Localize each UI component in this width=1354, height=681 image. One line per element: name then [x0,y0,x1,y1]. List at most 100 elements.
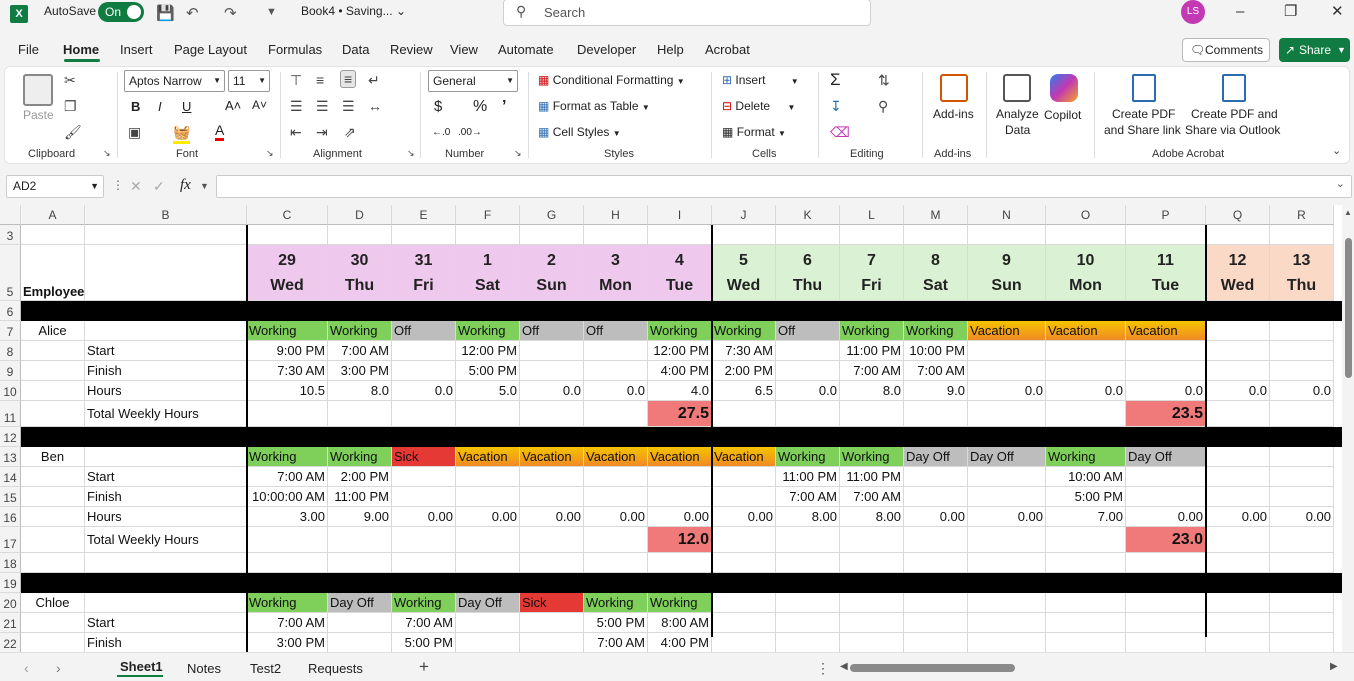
cell[interactable] [520,361,584,381]
cell[interactable] [1270,361,1334,381]
start-cell[interactable]: 7:30 AM [712,341,776,361]
hours-cell[interactable]: 5.0 [456,381,520,401]
cell[interactable] [840,613,904,633]
cell[interactable] [1046,401,1126,427]
hours-cell[interactable]: 0.0 [776,381,840,401]
cell[interactable] [520,553,584,573]
start-cell[interactable]: 11:00 PM [840,467,904,487]
bold-button[interactable]: B [131,99,140,114]
cell[interactable] [85,447,247,467]
cell[interactable] [392,225,456,245]
scroll-up-icon[interactable]: ▲ [1344,208,1352,217]
row-header-19[interactable]: 19 [0,573,21,593]
cell[interactable] [712,613,776,633]
cell[interactable] [776,593,840,613]
status-cell[interactable]: Day Off [968,447,1046,467]
tab-acrobat[interactable]: Acrobat [705,42,750,57]
cell[interactable] [520,613,584,633]
cell[interactable] [392,361,456,381]
cell[interactable] [1270,527,1334,553]
start-cell[interactable]: 12:00 PM [648,341,712,361]
decrease-indent-icon[interactable]: ⇤ [290,124,302,141]
cell[interactable] [776,361,840,381]
cell[interactable] [21,527,85,553]
cell[interactable] [584,527,648,553]
status-cell[interactable]: Working [840,321,904,341]
cell[interactable] [520,487,584,507]
restore-icon[interactable]: ❐ [1284,0,1297,24]
finish-cell[interactable]: 4:00 PM [648,633,712,652]
row-header-3[interactable]: 3 [0,225,21,245]
format-cells-button[interactable]: ▦ Format ▼ [722,125,786,139]
font-size-select[interactable]: 11 ▼ [228,70,270,92]
finish-cell[interactable]: 2:00 PM [712,361,776,381]
cell[interactable] [520,225,584,245]
hours-cell[interactable]: 0.00 [648,507,712,527]
select-all-corner[interactable] [0,205,21,225]
hours-cell[interactable]: 9.0 [904,381,968,401]
row-header-16[interactable]: 16 [0,507,21,527]
column-header-F[interactable]: F [456,205,520,225]
start-cell[interactable]: 10:00 PM [904,341,968,361]
add-ins-icon[interactable] [940,74,968,102]
cell[interactable] [1206,321,1270,341]
hours-cell[interactable]: 0.00 [520,507,584,527]
status-cell[interactable]: Working [776,447,840,467]
cell[interactable] [968,401,1046,427]
column-header-G[interactable]: G [520,205,584,225]
grow-font-button[interactable]: A˄ [225,98,241,113]
status-cell[interactable]: Working [456,321,520,341]
row-header-6[interactable]: 6 [0,301,21,321]
column-header-B[interactable]: B [85,205,247,225]
underline-button[interactable]: U [182,99,191,114]
cell[interactable] [328,613,392,633]
cell[interactable] [968,487,1046,507]
cell[interactable] [85,593,247,613]
cell-styles-button[interactable]: ▦ Cell Styles ▼ [538,125,621,139]
insert-cells-button[interactable]: ⊞ Insert ▼ [722,73,799,87]
hours-cell[interactable]: 10.5 [247,381,328,401]
add-sheet-icon[interactable]: + [419,657,429,677]
enter-icon[interactable]: ✓ [153,178,165,195]
fill-icon[interactable]: ↧ [830,98,842,115]
start-cell[interactable]: 7:00 AM [247,467,328,487]
status-cell[interactable]: Working [648,321,712,341]
cell[interactable] [968,633,1046,652]
status-cell[interactable]: Working [1046,447,1126,467]
status-cell[interactable]: Day Off [328,593,392,613]
hours-cell[interactable]: 0.00 [904,507,968,527]
cell[interactable] [904,225,968,245]
date-header[interactable]: 3 Mon [584,245,648,301]
cell[interactable] [456,225,520,245]
autosum-button[interactable]: Σ [830,70,841,90]
finish-cell[interactable]: 5:00 PM [1046,487,1126,507]
cell[interactable] [904,487,968,507]
cell[interactable] [1206,361,1270,381]
name-box[interactable]: AD2 ▼ [6,175,104,198]
cell[interactable] [1206,447,1270,467]
cell[interactable] [840,225,904,245]
cell[interactable] [712,593,776,613]
column-header-Q[interactable]: Q [1206,205,1270,225]
cut-icon[interactable]: ✂ [64,72,76,89]
clear-icon[interactable]: ⌫ [830,124,850,141]
cell[interactable] [712,401,776,427]
cell[interactable] [776,225,840,245]
row-header-12[interactable]: 12 [0,427,21,447]
dialog-launcher-icon[interactable]: ↘ [103,148,111,159]
vertical-scroll-thumb[interactable] [1345,238,1352,378]
status-cell[interactable]: Vacation [456,447,520,467]
date-header[interactable]: 5 Wed [712,245,776,301]
finish-cell[interactable]: 10:00:00 AM [247,487,328,507]
decrease-decimal-button[interactable]: .00→ [458,127,482,138]
tab-file[interactable]: File [18,42,39,57]
column-header-H[interactable]: H [584,205,648,225]
column-header-R[interactable]: R [1270,205,1334,225]
cell[interactable] [712,633,776,652]
weekly-total-cell[interactable]: 27.5 [648,401,712,427]
cell[interactable] [1270,467,1334,487]
date-header[interactable]: 6 Thu [776,245,840,301]
analyze-data-line1[interactable]: Analyze [996,107,1039,121]
status-cell[interactable]: Day Off [1126,447,1206,467]
cell[interactable] [968,613,1046,633]
